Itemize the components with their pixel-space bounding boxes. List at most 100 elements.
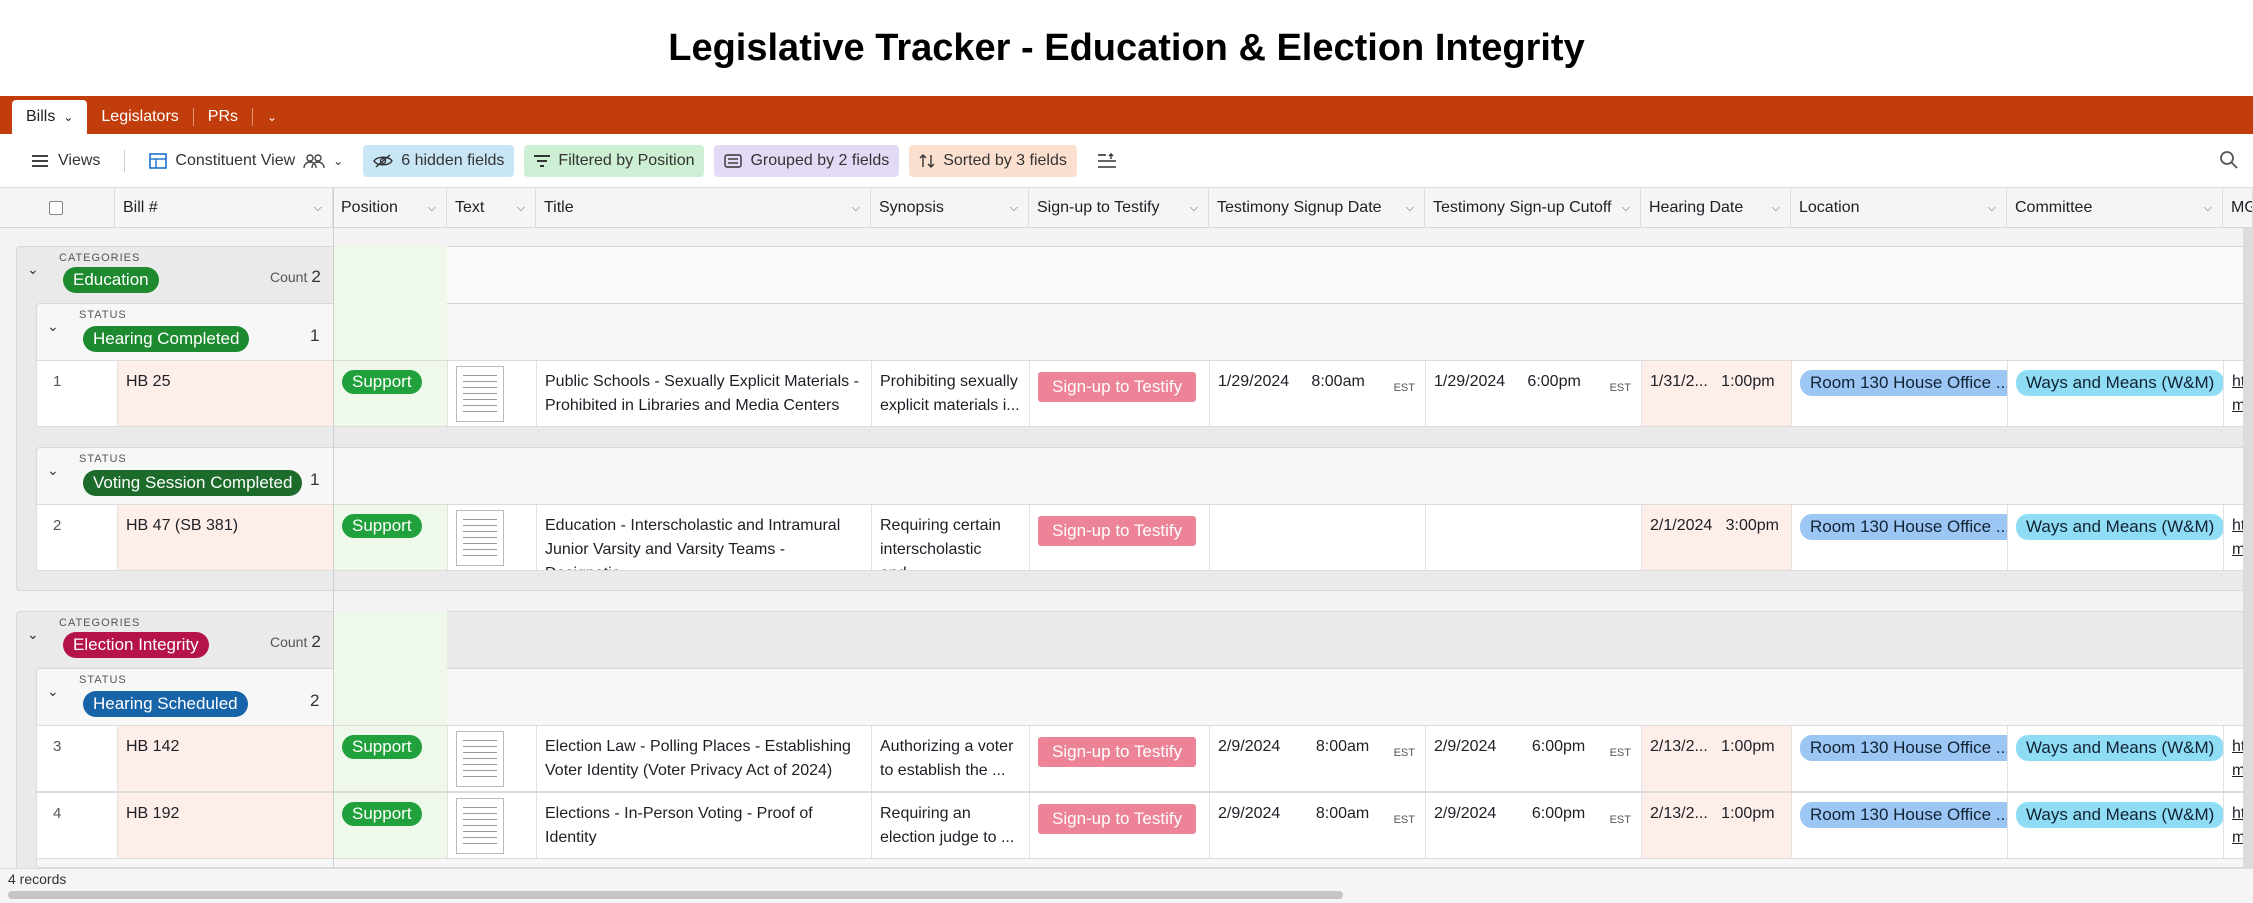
signup-button[interactable]: Sign-up to Testify [1038, 804, 1197, 834]
collapse-chevron-icon[interactable]: ⌄ [47, 318, 59, 335]
table-row[interactable]: 3 HB 142 Support Election Law - Polling … [36, 725, 2253, 792]
text-attachment-cell[interactable] [448, 726, 537, 791]
column-header-text[interactable]: Text ⌵ [447, 188, 536, 228]
document-thumbnail-icon[interactable] [456, 366, 504, 422]
tab-label: Bills [26, 108, 56, 125]
row-height-button[interactable] [1087, 145, 1127, 177]
hidden-fields-label: 6 hidden fields [401, 151, 505, 169]
location-cell[interactable]: Room 130 House Office ... [1792, 793, 2008, 858]
horizontal-scrollbar[interactable] [8, 891, 1343, 899]
cutoff-cell[interactable]: 1/29/2024 6:00pm EST [1426, 361, 1642, 426]
sort-button[interactable]: Sorted by 3 fields [909, 144, 1077, 177]
cutoff-cell[interactable]: 2/9/2024 6:00pm EST [1426, 793, 1642, 858]
document-thumbnail-icon[interactable] [456, 798, 504, 854]
column-label: Bill # [123, 199, 158, 216]
time-value: 1:00pm [1721, 805, 1775, 822]
column-header-synopsis[interactable]: Synopsis ⌵ [871, 188, 1029, 228]
document-thumbnail-icon[interactable] [456, 731, 504, 787]
table-row[interactable]: 1 HB 25 Support Public Schools - Sexuall… [36, 360, 2253, 427]
tab-bills[interactable]: Bills ⌄ [12, 100, 88, 134]
bill-cell[interactable]: HB 192 [118, 793, 334, 858]
signup-button[interactable]: Sign-up to Testify [1038, 372, 1197, 402]
filter-button[interactable]: Filtered by Position [524, 144, 705, 177]
location-cell[interactable]: Room 130 House Office ... [1792, 361, 2008, 426]
cutoff-cell[interactable]: 2/9/2024 6:00pm EST [1426, 726, 1642, 791]
synopsis-cell[interactable]: Requiring certain interscholastic and... [872, 505, 1030, 570]
signup-date-cell[interactable]: 1/29/2024 8:00am EST [1210, 361, 1426, 426]
column-header-location[interactable]: Location ⌵ [1791, 188, 2007, 228]
title-cell[interactable]: Election Law - Polling Places - Establis… [537, 726, 872, 791]
signup-date-cell[interactable] [1210, 505, 1426, 570]
time-value: 6:00pm [1531, 805, 1586, 822]
more-tabs-button[interactable]: ⌄ [253, 100, 291, 134]
location-cell[interactable]: Room 130 House Office ... [1792, 505, 2008, 570]
hearing-date-cell[interactable]: 1/31/2... 1:00pm [1642, 361, 1792, 426]
position-cell[interactable]: Support [334, 505, 448, 570]
bill-cell[interactable]: HB 47 (SB 381) [118, 505, 334, 570]
vertical-scrollbar[interactable] [2243, 228, 2253, 868]
position-cell[interactable]: Support [334, 361, 448, 426]
bill-cell[interactable]: HB 25 [118, 361, 334, 426]
column-label: Committee [2015, 199, 2093, 216]
hearing-date-cell[interactable]: 2/13/2... 1:00pm [1642, 726, 1792, 791]
table-row[interactable]: 2 HB 47 (SB 381) Support Education - Int… [36, 504, 2253, 571]
row-number: 3 [37, 726, 118, 791]
title-cell[interactable]: Public Schools - Sexually Explicit Mater… [537, 361, 872, 426]
synopsis-cell[interactable]: Authorizing a voter to establish the ... [872, 726, 1030, 791]
column-header-signup-date[interactable]: Testimony Signup Date ⌵ [1209, 188, 1425, 228]
chevron-down-icon: ⌵ [1405, 201, 1414, 214]
column-header-cutoff[interactable]: Testimony Sign-up Cutoff ⌵ [1425, 188, 1641, 228]
title-cell[interactable]: Education - Interscholastic and Intramur… [537, 505, 872, 570]
column-header-mg[interactable]: MG [2223, 188, 2253, 228]
bill-cell[interactable]: HB 142 [118, 726, 334, 791]
committee-cell[interactable]: Ways and Means (W&M) [2008, 361, 2224, 426]
table-row[interactable]: 4 HB 192 Support Elections - In-Person V… [36, 792, 2253, 859]
collapse-chevron-icon[interactable]: ⌄ [27, 261, 39, 278]
signup-date-cell[interactable]: 2/9/2024 8:00am EST [1210, 726, 1426, 791]
group-header-band [333, 246, 2253, 303]
tab-prs[interactable]: PRs [194, 100, 252, 134]
title-cell[interactable]: Elections - In-Person Voting - Proof of … [537, 793, 872, 858]
column-header-title[interactable]: Title ⌵ [536, 188, 871, 228]
collapse-chevron-icon[interactable]: ⌄ [47, 683, 59, 700]
group-button[interactable]: Grouped by 2 fields [714, 144, 900, 177]
search-icon[interactable] [2219, 150, 2239, 170]
document-thumbnail-icon[interactable] [456, 510, 504, 566]
committee-cell[interactable]: Ways and Means (W&M) [2008, 505, 2224, 570]
signup-date-cell[interactable]: 2/9/2024 8:00am EST [1210, 793, 1426, 858]
text-attachment-cell[interactable] [448, 793, 537, 858]
column-header-signup[interactable]: Sign-up to Testify ⌵ [1029, 188, 1209, 228]
collapse-chevron-icon[interactable]: ⌄ [27, 626, 39, 643]
record-count: 4 records [8, 871, 67, 887]
cutoff-cell[interactable] [1426, 505, 1642, 570]
select-all-checkbox[interactable] [49, 201, 63, 215]
tab-legislators[interactable]: Legislators [87, 100, 192, 134]
position-cell[interactable]: Support [334, 726, 448, 791]
view-switcher[interactable]: Constituent View ⌄ [139, 145, 353, 177]
column-header-bill[interactable]: Bill # ⌵ [115, 188, 333, 228]
committee-cell[interactable]: Ways and Means (W&M) [2008, 793, 2224, 858]
text-attachment-cell[interactable] [448, 505, 537, 570]
location-cell[interactable]: Room 130 House Office ... [1792, 726, 2008, 791]
views-label: Views [58, 151, 101, 169]
committee-cell[interactable]: Ways and Means (W&M) [2008, 726, 2224, 791]
position-cell[interactable]: Support [334, 793, 448, 858]
hearing-date-cell[interactable]: 2/13/2... 1:00pm [1642, 793, 1792, 858]
signup-button[interactable]: Sign-up to Testify [1038, 516, 1197, 546]
hearing-date-cell[interactable]: 2/1/2024 3:00pm [1642, 505, 1792, 570]
column-header-committee[interactable]: Committee ⌵ [2007, 188, 2223, 228]
position-pill: Support [342, 514, 422, 538]
column-header-hearing-date[interactable]: Hearing Date ⌵ [1641, 188, 1791, 228]
synopsis-cell[interactable]: Prohibiting sexually explicit materials … [872, 361, 1030, 426]
chevron-down-icon: ⌄ [63, 110, 74, 124]
views-button[interactable]: Views [22, 145, 110, 177]
position-pill: Support [342, 735, 422, 759]
hide-fields-button[interactable]: 6 hidden fields [363, 144, 515, 177]
synopsis-cell[interactable]: Requiring an election judge to ... [872, 793, 1030, 858]
text-attachment-cell[interactable] [448, 361, 537, 426]
column-header-position[interactable]: Position ⌵ [333, 188, 447, 228]
tab-label: PRs [207, 108, 239, 125]
collapse-chevron-icon[interactable]: ⌄ [47, 462, 59, 479]
chevron-down-icon: ⌄ [333, 153, 344, 168]
signup-button[interactable]: Sign-up to Testify [1038, 737, 1197, 767]
